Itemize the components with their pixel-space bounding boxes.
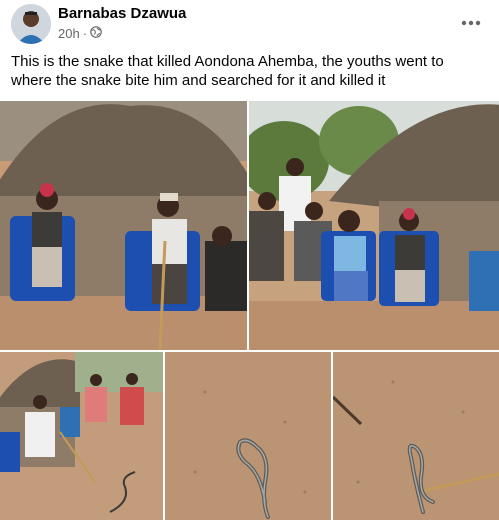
post-header: Barnabas Dzawua 20h ·	[0, 0, 499, 50]
post-caption: This is the snake that killed Aondona Ah…	[11, 53, 444, 89]
author-name[interactable]: Barnabas Dzawua	[58, 5, 186, 22]
post-time[interactable]: 20h	[58, 26, 80, 41]
post-photo-5[interactable]	[333, 352, 499, 520]
post-meta: 20h ·	[58, 26, 102, 41]
post-photo-4[interactable]	[165, 352, 331, 520]
globe-icon	[90, 26, 102, 41]
more-options-button[interactable]	[455, 6, 487, 38]
more-options-icon	[461, 13, 481, 31]
post-photo-1[interactable]	[0, 101, 247, 350]
avatar[interactable]	[11, 4, 51, 44]
post-photo-3[interactable]	[0, 352, 163, 520]
post-photo-2[interactable]	[249, 101, 499, 350]
meta-separator: ·	[82, 26, 88, 41]
